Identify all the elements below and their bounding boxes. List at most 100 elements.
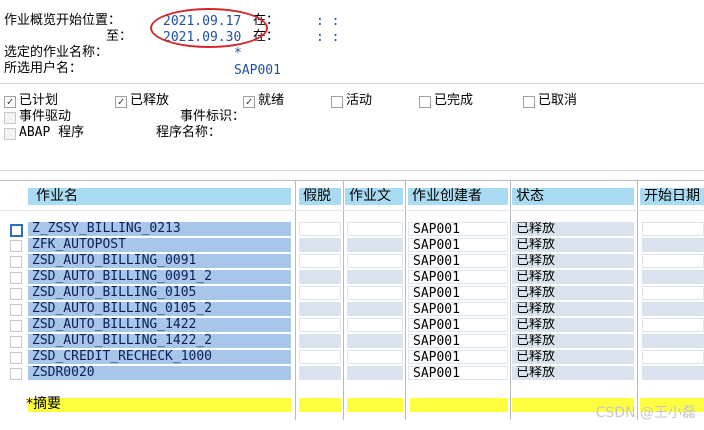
job-doc-cell[interactable] xyxy=(347,302,403,316)
job-doc-cell[interactable] xyxy=(347,254,403,268)
creator-cell[interactable]: SAP001 xyxy=(408,334,508,348)
spool-cell[interactable] xyxy=(299,318,341,332)
job-name-cell[interactable]: ZSD_CREDIT_RECHECK_1000 xyxy=(28,350,291,364)
creator-cell[interactable]: SAP001 xyxy=(408,366,508,380)
job-name-cell[interactable]: ZSD_AUTO_BILLING_1422_2 xyxy=(28,334,291,348)
spool-cell[interactable] xyxy=(299,222,341,236)
creator-cell[interactable]: SAP001 xyxy=(408,238,508,252)
status-cell[interactable]: 已释放 xyxy=(512,286,634,300)
summary-cell xyxy=(28,398,291,412)
creator-cell[interactable]: SAP001 xyxy=(408,270,508,284)
header-divider xyxy=(0,210,704,211)
column-header-job-name[interactable]: 作业名 xyxy=(28,188,291,205)
row-select-checkbox[interactable] xyxy=(10,288,22,300)
column-separator[interactable] xyxy=(295,180,296,420)
job-doc-cell[interactable] xyxy=(347,334,403,348)
creator-cell[interactable]: SAP001 xyxy=(408,222,508,236)
spool-cell[interactable] xyxy=(299,286,341,300)
status-cell[interactable]: 已释放 xyxy=(512,302,634,316)
job-name-cell[interactable]: ZSD_AUTO_BILLING_0105_2 xyxy=(28,302,291,316)
event-driven-checkbox[interactable] xyxy=(4,112,16,124)
row-select-checkbox[interactable] xyxy=(10,224,23,237)
creator-cell[interactable]: SAP001 xyxy=(408,350,508,364)
abap-program-checkbox[interactable] xyxy=(4,128,16,140)
row-select-checkbox[interactable] xyxy=(10,320,22,332)
status-cell[interactable]: 已释放 xyxy=(512,254,634,268)
status-cell[interactable]: 已释放 xyxy=(512,366,634,380)
status-cell[interactable]: 已释放 xyxy=(512,270,634,284)
spool-cell[interactable] xyxy=(299,366,341,380)
job-name-cell[interactable]: ZSD_AUTO_BILLING_1422 xyxy=(28,318,291,332)
status-filter-checkbox[interactable]: ✓ xyxy=(4,96,16,108)
job-name-cell[interactable]: ZSD_AUTO_BILLING_0091 xyxy=(28,254,291,268)
creator-cell[interactable]: SAP001 xyxy=(408,302,508,316)
start-time-value: : : xyxy=(316,14,340,29)
spool-cell[interactable] xyxy=(299,270,341,284)
start-date-cell[interactable] xyxy=(642,366,704,380)
row-select-checkbox[interactable] xyxy=(10,272,22,284)
creator-cell[interactable]: SAP001 xyxy=(408,254,508,268)
column-header-job-doc[interactable]: 作业文 xyxy=(345,188,403,205)
start-date-cell[interactable] xyxy=(642,222,704,236)
spool-cell[interactable] xyxy=(299,334,341,348)
row-select-checkbox[interactable] xyxy=(10,368,22,380)
start-date-cell[interactable] xyxy=(642,286,704,300)
status-cell[interactable]: 已释放 xyxy=(512,238,634,252)
job-doc-cell[interactable] xyxy=(347,366,403,380)
status-filter-checkbox[interactable] xyxy=(523,96,535,108)
start-date-cell[interactable] xyxy=(642,350,704,364)
job-name-cell[interactable]: ZSDR0020 xyxy=(28,366,291,380)
spool-cell[interactable] xyxy=(299,350,341,364)
job-doc-cell[interactable] xyxy=(347,286,403,300)
status-filter-checkbox[interactable] xyxy=(331,96,343,108)
column-separator[interactable] xyxy=(637,180,638,420)
status-filter-label: 已取消 xyxy=(538,93,578,108)
column-header-start-date[interactable]: 开始日期 xyxy=(640,188,704,205)
column-header-status[interactable]: 状态 xyxy=(512,188,634,205)
status-filter-checkbox[interactable] xyxy=(419,96,431,108)
job-doc-cell[interactable] xyxy=(347,270,403,284)
start-date-cell[interactable] xyxy=(642,318,704,332)
status-cell[interactable]: 已释放 xyxy=(512,350,634,364)
status-cell[interactable]: 已释放 xyxy=(512,334,634,348)
summary-cell xyxy=(299,398,341,412)
divider xyxy=(0,170,704,171)
start-date-cell[interactable] xyxy=(642,270,704,284)
spool-cell[interactable] xyxy=(299,254,341,268)
column-header-spool[interactable]: 假脱 xyxy=(299,188,341,205)
row-select-checkbox[interactable] xyxy=(10,352,22,364)
status-cell[interactable]: 已释放 xyxy=(512,222,634,236)
status-filter-checkbox[interactable]: ✓ xyxy=(243,96,255,108)
status-filter-label: 就绪 xyxy=(258,93,285,108)
column-separator[interactable] xyxy=(405,180,406,420)
start-date-cell[interactable] xyxy=(642,334,704,348)
start-date-cell[interactable] xyxy=(642,254,704,268)
status-cell[interactable]: 已释放 xyxy=(512,318,634,332)
spool-cell[interactable] xyxy=(299,302,341,316)
summary-label: *摘要 xyxy=(26,396,61,412)
job-doc-cell[interactable] xyxy=(347,238,403,252)
start-date-cell[interactable] xyxy=(642,302,704,316)
job-name-cell[interactable]: ZFK_AUTOPOST xyxy=(28,238,291,252)
start-date-cell[interactable] xyxy=(642,238,704,252)
job-name-cell[interactable]: Z_ZSSY_BILLING_0213 xyxy=(28,222,291,236)
column-separator[interactable] xyxy=(510,180,511,420)
end-time-value: : : xyxy=(316,30,340,45)
row-select-checkbox[interactable] xyxy=(10,240,22,252)
job-doc-cell[interactable] xyxy=(347,222,403,236)
table-top-border xyxy=(0,180,704,181)
row-select-checkbox[interactable] xyxy=(10,256,22,268)
row-select-checkbox[interactable] xyxy=(10,304,22,316)
creator-cell[interactable]: SAP001 xyxy=(408,318,508,332)
job-doc-cell[interactable] xyxy=(347,350,403,364)
event-id-label: 事件标识： xyxy=(180,109,246,124)
job-doc-cell[interactable] xyxy=(347,318,403,332)
column-separator[interactable] xyxy=(343,180,344,420)
row-select-checkbox[interactable] xyxy=(10,336,22,348)
spool-cell[interactable] xyxy=(299,238,341,252)
creator-cell[interactable]: SAP001 xyxy=(408,286,508,300)
job-name-cell[interactable]: ZSD_AUTO_BILLING_0091_2 xyxy=(28,270,291,284)
job-name-cell[interactable]: ZSD_AUTO_BILLING_0105 xyxy=(28,286,291,300)
status-filter-checkbox[interactable]: ✓ xyxy=(115,96,127,108)
column-header-creator[interactable]: 作业创建者 xyxy=(408,188,508,205)
